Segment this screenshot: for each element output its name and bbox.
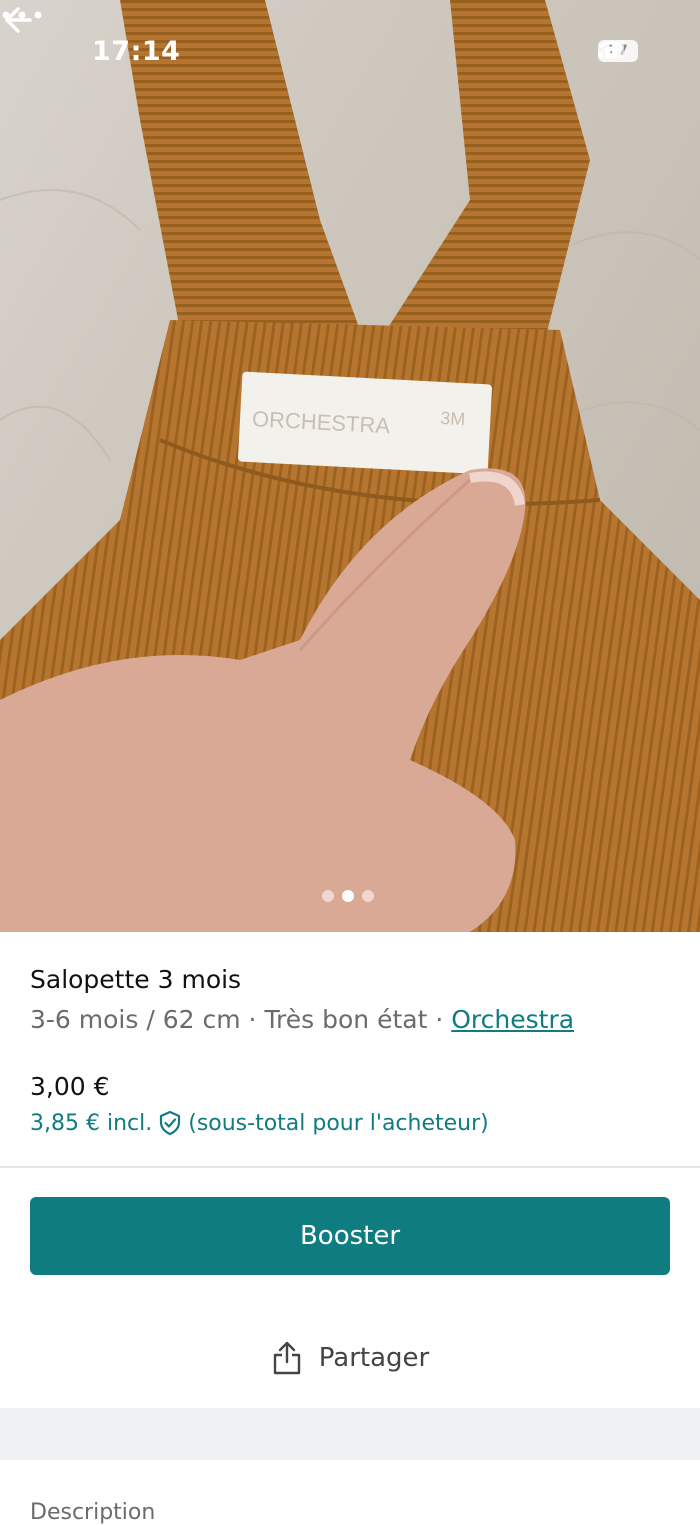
wifi-icon [599, 41, 623, 59]
booster-button[interactable]: Booster [30, 1197, 670, 1275]
carousel-dot[interactable] [362, 890, 374, 902]
brand-link[interactable]: Orchestra [451, 1005, 574, 1034]
photo-illustration: ORCHESTRA 3M [0, 0, 700, 932]
price-incl-row[interactable]: 3,85 € incl. (sous-total pour l'acheteur… [30, 1110, 489, 1136]
carousel-dot-active[interactable] [342, 890, 354, 902]
share-button[interactable]: Partager [0, 1320, 700, 1396]
more-dots-icon[interactable] [0, 0, 44, 30]
shield-check-icon [160, 1110, 181, 1136]
item-meta: 3-6 mois / 62 cm · Très bon état · Orche… [30, 1005, 574, 1034]
item-title: Salopette 3 mois [30, 965, 242, 994]
status-time: 17:14 [92, 36, 181, 67]
label-size-text: 3M [440, 408, 466, 429]
meta-separator: · [435, 1005, 444, 1034]
carousel-dot[interactable] [322, 890, 334, 902]
meta-separator: · [248, 1005, 257, 1034]
price-incl-note: (sous-total pour l'acheteur) [188, 1110, 489, 1136]
status-icons: 27 [598, 40, 638, 62]
item-condition: Très bon état [264, 1005, 428, 1034]
share-label: Partager [318, 1343, 430, 1373]
carousel-indicator [322, 890, 374, 902]
share-icon [273, 1341, 300, 1375]
price-incl: 3,85 € incl. [30, 1110, 153, 1136]
product-photo[interactable]: ORCHESTRA 3M 17:14 27 [0, 0, 700, 932]
description-heading: Description [30, 1500, 156, 1525]
item-size: 3-6 mois / 62 cm [30, 1005, 241, 1034]
section-separator [0, 1408, 700, 1460]
divider [0, 1166, 700, 1168]
item-price: 3,00 € [30, 1072, 110, 1101]
